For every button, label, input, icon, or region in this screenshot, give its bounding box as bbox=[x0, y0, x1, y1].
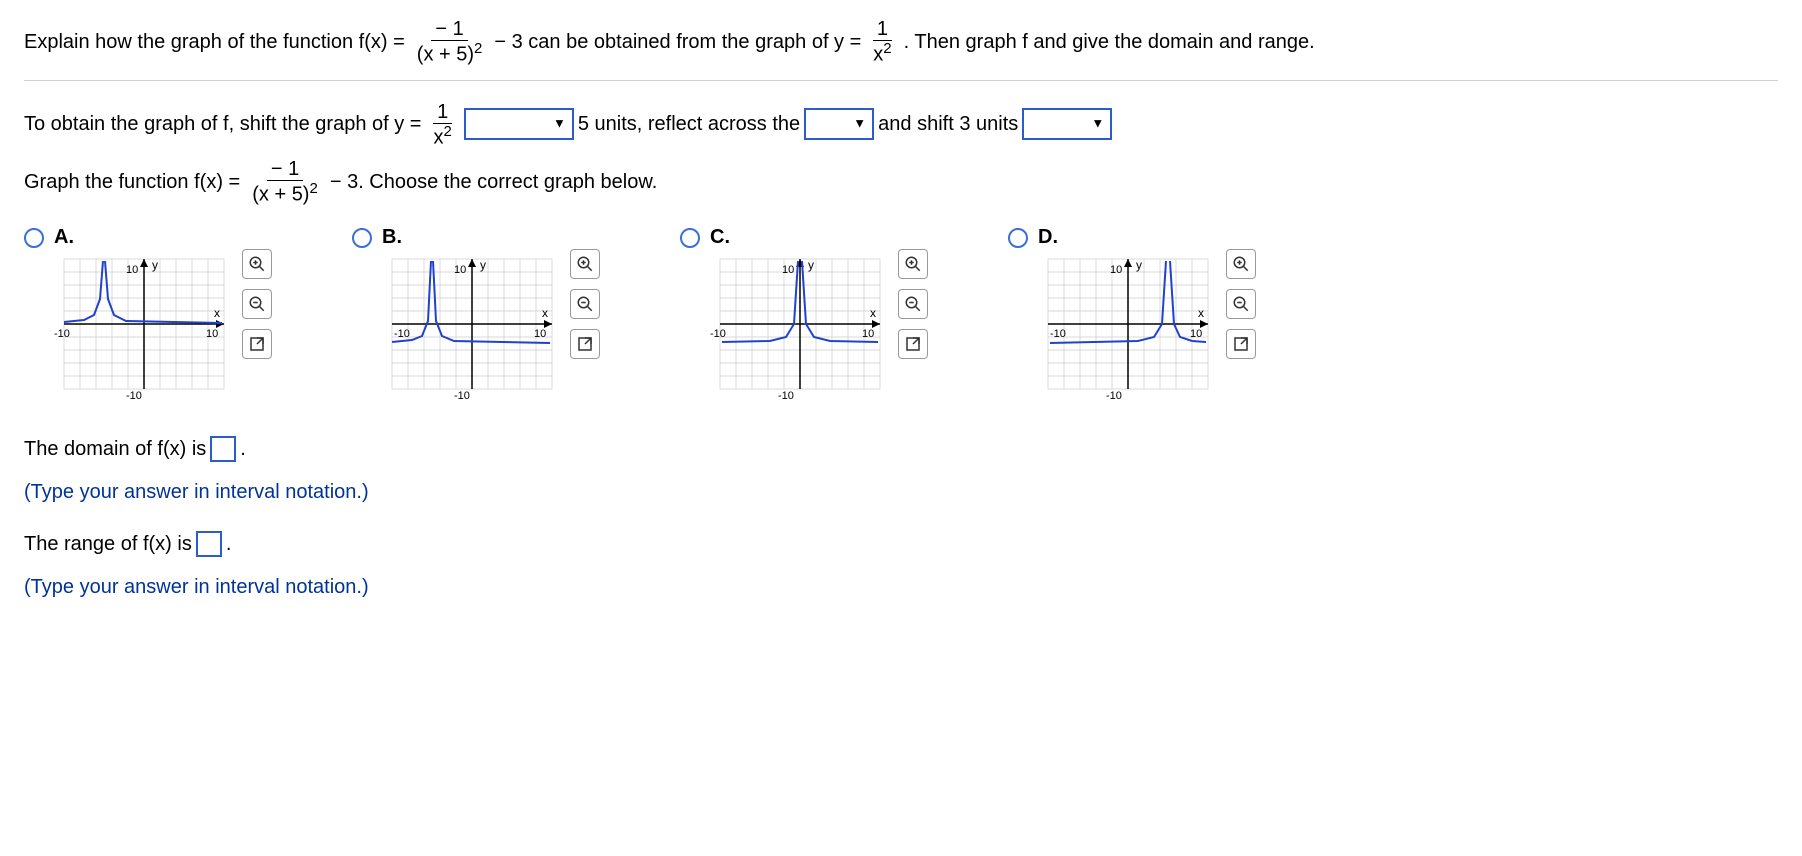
graph-a: y x 10 10 -10 -10 bbox=[54, 249, 234, 399]
expand-icon[interactable] bbox=[242, 329, 272, 359]
denominator: (x + 5)2 bbox=[248, 181, 322, 206]
svg-text:-10: -10 bbox=[1106, 390, 1122, 399]
text: To obtain the graph of f, shift the grap… bbox=[24, 102, 421, 146]
radio-a[interactable] bbox=[24, 228, 44, 248]
text: . bbox=[226, 522, 232, 566]
svg-text:y: y bbox=[152, 258, 158, 272]
option-b: B. y x 10 10 bbox=[352, 224, 600, 399]
svg-text:y: y bbox=[480, 258, 486, 272]
svg-text:10: 10 bbox=[126, 264, 138, 276]
reflect-axis-dropdown[interactable] bbox=[804, 108, 874, 140]
fraction: 1 x2 bbox=[429, 101, 455, 149]
svg-text:10: 10 bbox=[534, 328, 546, 340]
svg-text:y: y bbox=[1136, 258, 1142, 272]
text: . Then graph f and give the domain and r… bbox=[904, 20, 1315, 64]
svg-text:10: 10 bbox=[1110, 264, 1122, 276]
option-a: A. y x 10 10 bbox=[24, 224, 272, 399]
text: The domain of f(x) is bbox=[24, 427, 206, 471]
svg-text:x: x bbox=[1198, 306, 1204, 320]
zoom-out-icon[interactable] bbox=[242, 289, 272, 319]
svg-text:10: 10 bbox=[862, 328, 874, 340]
svg-text:-10: -10 bbox=[54, 328, 70, 340]
graph-c: y x 10 10 -10 -10 bbox=[710, 249, 890, 399]
option-d: D. y x 10 10 bbox=[1008, 224, 1256, 399]
zoom-in-icon[interactable] bbox=[1226, 249, 1256, 279]
svg-text:x: x bbox=[214, 306, 220, 320]
fraction: − 1 (x + 5)2 bbox=[248, 158, 322, 206]
expand-icon[interactable] bbox=[570, 329, 600, 359]
expand-icon[interactable] bbox=[1226, 329, 1256, 359]
fraction: 1 x2 bbox=[869, 18, 895, 66]
svg-text:-10: -10 bbox=[778, 390, 794, 399]
svg-text:10: 10 bbox=[206, 328, 218, 340]
graph-b: y x 10 10 -10 -10 bbox=[382, 249, 562, 399]
domain-question: The domain of f(x) is . bbox=[24, 427, 1778, 471]
range-input[interactable] bbox=[196, 531, 222, 557]
shift-direction-dropdown[interactable] bbox=[464, 108, 574, 140]
denominator: x2 bbox=[869, 41, 895, 66]
radio-c[interactable] bbox=[680, 228, 700, 248]
svg-text:-10: -10 bbox=[394, 328, 410, 340]
text: and shift 3 units bbox=[878, 102, 1018, 146]
svg-text:10: 10 bbox=[454, 264, 466, 276]
option-c: C. y x 10 10 bbox=[680, 224, 928, 399]
transformation-sentence: To obtain the graph of f, shift the grap… bbox=[24, 101, 1778, 149]
expand-icon[interactable] bbox=[898, 329, 928, 359]
text: The range of f(x) is bbox=[24, 522, 192, 566]
numerator: 1 bbox=[433, 101, 452, 124]
numerator: − 1 bbox=[431, 18, 467, 41]
shift-vertical-dropdown[interactable] bbox=[1022, 108, 1112, 140]
numerator: 1 bbox=[873, 18, 892, 41]
option-label: A. bbox=[54, 226, 272, 249]
graph-d: y x 10 10 -10 -10 bbox=[1038, 249, 1218, 399]
text: − 3. Choose the correct graph below. bbox=[330, 160, 657, 204]
zoom-in-icon[interactable] bbox=[898, 249, 928, 279]
zoom-in-icon[interactable] bbox=[570, 249, 600, 279]
denominator: x2 bbox=[429, 124, 455, 149]
svg-text:-10: -10 bbox=[710, 328, 726, 340]
graph-instruction: Graph the function f(x) = − 1 (x + 5)2 −… bbox=[24, 158, 1778, 206]
radio-d[interactable] bbox=[1008, 228, 1028, 248]
text: 5 units, reflect across the bbox=[578, 102, 800, 146]
text: Explain how the graph of the function f(… bbox=[24, 20, 405, 64]
svg-text:10: 10 bbox=[782, 264, 794, 276]
svg-text:x: x bbox=[542, 306, 548, 320]
svg-text:-10: -10 bbox=[1050, 328, 1066, 340]
denominator: (x + 5)2 bbox=[413, 41, 487, 66]
text: . bbox=[240, 427, 246, 471]
svg-text:-10: -10 bbox=[454, 390, 470, 399]
option-label: B. bbox=[382, 226, 600, 249]
numerator: − 1 bbox=[267, 158, 303, 181]
zoom-out-icon[interactable] bbox=[1226, 289, 1256, 319]
zoom-in-icon[interactable] bbox=[242, 249, 272, 279]
text: Graph the function f(x) = bbox=[24, 160, 240, 204]
domain-hint: (Type your answer in interval notation.) bbox=[24, 481, 1778, 504]
text: − 3 can be obtained from the graph of y … bbox=[494, 20, 861, 64]
svg-text:x: x bbox=[870, 306, 876, 320]
question-text: Explain how the graph of the function f(… bbox=[24, 18, 1778, 81]
svg-text:-10: -10 bbox=[126, 390, 142, 399]
range-question: The range of f(x) is . bbox=[24, 522, 1778, 566]
fraction: − 1 (x + 5)2 bbox=[413, 18, 487, 66]
option-label: C. bbox=[710, 226, 928, 249]
range-hint: (Type your answer in interval notation.) bbox=[24, 576, 1778, 599]
graph-options: A. y x 10 10 bbox=[24, 224, 1778, 399]
zoom-out-icon[interactable] bbox=[898, 289, 928, 319]
option-label: D. bbox=[1038, 226, 1256, 249]
svg-text:10: 10 bbox=[1190, 328, 1202, 340]
zoom-out-icon[interactable] bbox=[570, 289, 600, 319]
domain-input[interactable] bbox=[210, 436, 236, 462]
svg-text:y: y bbox=[808, 258, 814, 272]
radio-b[interactable] bbox=[352, 228, 372, 248]
